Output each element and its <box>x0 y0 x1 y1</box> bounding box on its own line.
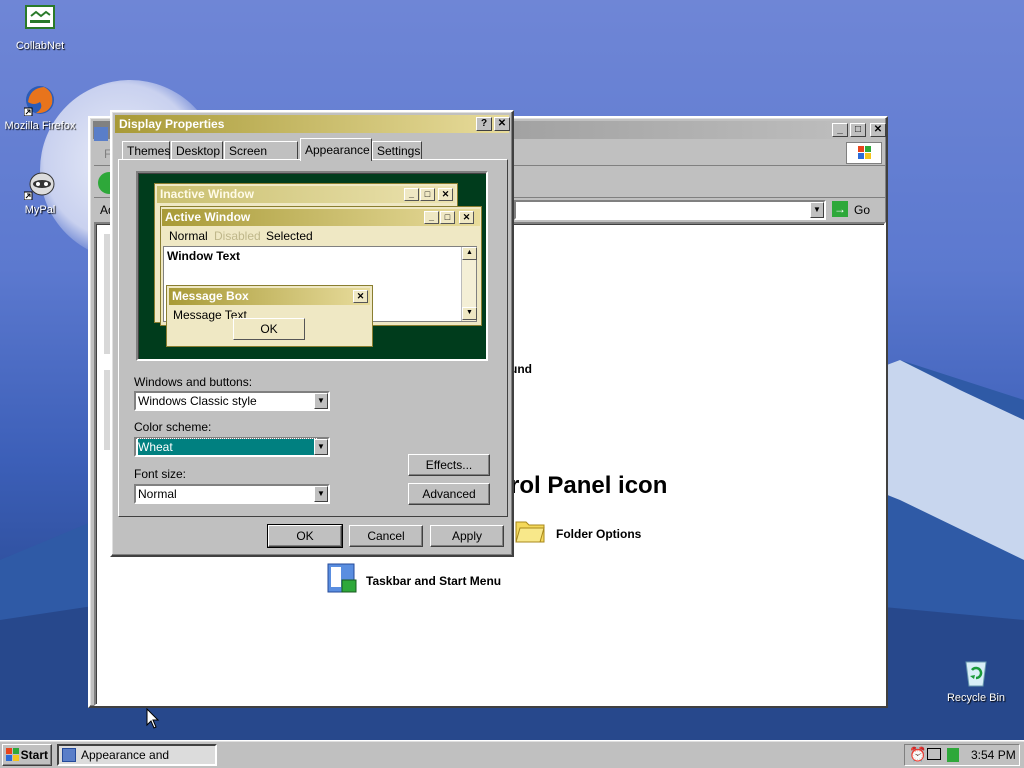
preview-close-icon: ✕ <box>438 188 453 201</box>
msgbox-ok-button: OK <box>233 318 305 340</box>
dialog-close-button[interactable]: ✕ <box>494 117 510 131</box>
chevron-down-icon[interactable]: ▼ <box>314 393 328 409</box>
explorer-window-icon <box>94 127 108 141</box>
active-window-title: Active Window <box>165 210 251 224</box>
desktop-icon-recycle-bin[interactable]: Recycle Bin <box>936 656 1016 704</box>
inactive-window-title: Inactive Window <box>160 187 254 201</box>
minimize-button[interactable]: _ <box>832 123 848 137</box>
maximize-button[interactable]: □ <box>850 123 866 137</box>
desktop-icon-label: Recycle Bin <box>946 692 1006 704</box>
preview-maximize-icon: □ <box>420 188 435 201</box>
taskbar-task-appearance[interactable]: Appearance and Themes <box>57 744 217 768</box>
address-dropdown-icon[interactable]: ▼ <box>810 202 824 218</box>
mypal-icon <box>23 168 56 201</box>
close-button[interactable]: ✕ <box>870 123 886 137</box>
tab-screen-saver[interactable]: Screen Saver <box>224 141 298 176</box>
address-input[interactable]: ▼ <box>514 200 826 220</box>
taskbar: Start Appearance and Themes ⏰ 3:54 PM <box>0 740 1024 768</box>
tray-app-icon[interactable] <box>947 748 959 762</box>
system-tray: ⏰ 3:54 PM <box>904 744 1020 766</box>
tab-settings[interactable]: Settings <box>372 141 422 160</box>
taskbar-start-menu-link[interactable]: Taskbar and Start Menu <box>366 574 501 588</box>
folder-options-link[interactable]: Folder Options <box>556 527 641 541</box>
alarm-clock-icon[interactable]: ⏰ <box>909 746 926 763</box>
desktop-icon-firefox[interactable]: Mozilla Firefox <box>0 84 80 132</box>
cancel-button[interactable]: Cancel <box>349 525 423 547</box>
help-button[interactable]: ? <box>476 117 492 131</box>
ok-button[interactable]: OK <box>267 524 343 548</box>
preview-close-icon: ✕ <box>353 290 368 303</box>
windows-logo-icon <box>6 748 19 761</box>
font-size-value: Normal <box>138 487 177 501</box>
desktop-icon-mypal[interactable]: MyPal <box>0 168 80 216</box>
tab-themes[interactable]: Themes <box>122 141 170 160</box>
desktop-icon-label: Mozilla Firefox <box>4 120 76 132</box>
preview-scrollbar: ▲ ▼ <box>461 247 477 321</box>
preview-msgbox-titlebar: Message Box <box>169 288 370 305</box>
go-arrow-icon[interactable]: → <box>832 201 848 217</box>
msgbox-title: Message Box <box>172 289 249 303</box>
scroll-up-icon: ▲ <box>462 247 477 260</box>
tab-appearance[interactable]: Appearance <box>300 138 372 161</box>
dialog-title: Display Properties <box>119 117 225 131</box>
desktop-icon-label: MyPal <box>24 204 56 216</box>
color-scheme-select[interactable]: Wheat ▼ <box>134 437 330 457</box>
taskbar-start-menu-icon[interactable] <box>326 562 358 594</box>
windows-buttons-value: Windows Classic style <box>138 394 257 408</box>
folder-options-icon[interactable] <box>514 516 546 544</box>
recycle-bin-icon <box>960 656 992 688</box>
desktop-icon-collabnet[interactable]: CollabNet <box>0 4 80 52</box>
windows-logo-icon <box>846 142 882 164</box>
preview-window-text: Window Text <box>167 249 240 263</box>
font-size-select[interactable]: Normal ▼ <box>134 484 330 504</box>
color-scheme-value: Wheat <box>137 438 317 456</box>
effects-button[interactable]: Effects... <box>408 454 490 476</box>
collabnet-icon <box>24 4 56 36</box>
preview-menu-disabled: Disabled <box>214 229 261 243</box>
preview-minimize-icon: _ <box>404 188 419 201</box>
network-icon[interactable] <box>927 748 941 760</box>
go-button[interactable]: Go <box>854 203 870 217</box>
chevron-down-icon[interactable]: ▼ <box>314 439 328 455</box>
windows-buttons-select[interactable]: Windows Classic style ▼ <box>134 391 330 411</box>
font-size-label: Font size: <box>134 467 187 481</box>
preview-menu-normal: Normal <box>169 229 208 243</box>
apply-button[interactable]: Apply <box>430 525 504 547</box>
dialog-titlebar[interactable]: Display Properties <box>115 115 509 133</box>
preview-maximize-icon: □ <box>440 211 455 224</box>
task-label: Appearance and Themes <box>81 748 170 768</box>
start-button[interactable]: Start <box>2 744 52 766</box>
preview-close-icon: ✕ <box>459 211 474 224</box>
clock[interactable]: 3:54 PM <box>971 748 1016 762</box>
scroll-down-icon: ▼ <box>462 307 477 320</box>
advanced-button[interactable]: Advanced <box>408 483 490 505</box>
preview-menu-selected: Selected <box>266 229 313 243</box>
preview-minimize-icon: _ <box>424 211 439 224</box>
control-panel-icon <box>62 748 76 762</box>
mouse-cursor-icon <box>146 708 160 729</box>
tab-desktop[interactable]: Desktop <box>171 141 223 160</box>
firefox-icon <box>23 84 56 117</box>
windows-buttons-label: Windows and buttons: <box>134 375 253 389</box>
desktop-icon-label: CollabNet <box>15 40 65 52</box>
control-panel-heading: rol Panel icon <box>510 472 668 499</box>
color-scheme-label: Color scheme: <box>134 420 212 434</box>
chevron-down-icon[interactable]: ▼ <box>314 486 328 502</box>
start-label: Start <box>20 748 48 762</box>
